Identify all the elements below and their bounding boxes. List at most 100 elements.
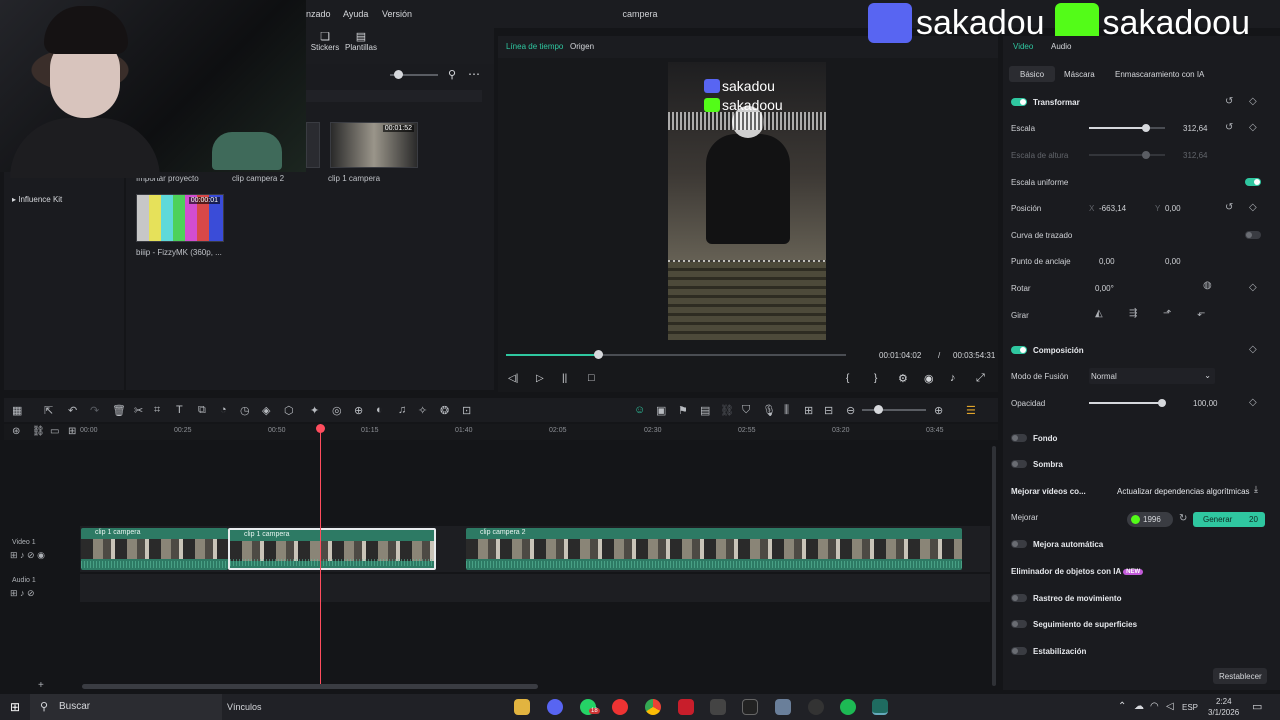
surface-tracking-title[interactable]: Seguimiento de superficies: [1033, 620, 1137, 629]
keyframe-tool-icon[interactable]: ◈: [262, 404, 270, 417]
audio-track-controls-icon[interactable]: ⊞ ♪ ⊘: [10, 588, 35, 599]
ai-tool-icon[interactable]: ✦: [310, 404, 319, 417]
rotate-dial-icon[interactable]: ◍: [1203, 280, 1212, 291]
auto-enhance-toggle[interactable]: [1011, 540, 1027, 548]
object-remover-title[interactable]: Eliminador de objetos con IA NEW: [1011, 567, 1144, 576]
color-tool-icon[interactable]: ◐: [376, 404, 383, 416]
preview-scrubber-knob[interactable]: [593, 350, 603, 359]
video-canvas[interactable]: sakadou sakadoou: [668, 62, 826, 340]
fullscreen-icon[interactable]: ⤢: [976, 372, 985, 385]
layout-icon[interactable]: ▦: [12, 404, 22, 417]
motion-tracking-toggle[interactable]: [1011, 594, 1027, 602]
obs-icon[interactable]: [808, 699, 824, 715]
taskbar-search[interactable]: ⚲ Buscar: [30, 694, 222, 720]
spotify-icon[interactable]: [840, 699, 856, 715]
composition-toggle[interactable]: [1011, 346, 1027, 354]
auto-enhance-title[interactable]: Mejora automática: [1033, 540, 1103, 549]
speaker-icon[interactable]: ◁: [1166, 701, 1174, 712]
timeline-clip[interactable]: clip campera 2: [466, 528, 962, 570]
generate-button[interactable]: Generar 20: [1193, 512, 1265, 527]
play-icon[interactable]: ▷: [536, 373, 544, 384]
playhead[interactable]: [320, 424, 321, 686]
text-icon[interactable]: T: [176, 404, 183, 416]
keyframe-icon[interactable]: ◇: [1249, 96, 1257, 107]
mask-tool-icon[interactable]: ◎: [332, 404, 342, 417]
track-view-icon[interactable]: ☰: [966, 404, 976, 417]
rotate-right-icon[interactable]: ⬐: [1197, 308, 1205, 319]
shadow-title[interactable]: Sombra: [1033, 460, 1063, 469]
prev-frame-icon[interactable]: ◁|: [508, 373, 518, 384]
mic-icon[interactable]: 🎙: [762, 404, 776, 417]
position-x-input[interactable]: -663,14: [1099, 204, 1126, 213]
crop-icon[interactable]: ⌗: [154, 404, 160, 417]
path-curve-toggle[interactable]: [1245, 231, 1261, 239]
playhead-handle[interactable]: [316, 424, 325, 433]
media-thumb[interactable]: 00:00:01: [136, 194, 224, 242]
effects-icon[interactable]: ⧉: [198, 404, 206, 417]
timeline-clip[interactable]: clip 1 campera: [81, 528, 228, 570]
transform-toggle[interactable]: [1011, 98, 1027, 106]
magic-icon[interactable]: ✧: [418, 404, 427, 417]
timer-icon[interactable]: ◷: [240, 404, 250, 417]
refresh-icon[interactable]: ↻: [1179, 513, 1187, 524]
height-scale-value[interactable]: 312,64: [1183, 151, 1207, 160]
start-icon[interactable]: ⊞: [10, 700, 20, 714]
timeline-ruler[interactable]: ⊛ ⛓ ▭ ⊞ 00:00 00:25 00:50 01:15 01:40 02…: [4, 424, 998, 440]
redo-icon[interactable]: ↷: [90, 404, 99, 417]
background-title[interactable]: Fondo: [1033, 434, 1057, 443]
render-icon[interactable]: ▣: [656, 404, 666, 417]
reset-icon[interactable]: ↺: [1225, 202, 1233, 213]
notification-icon[interactable]: ▭: [1252, 700, 1262, 713]
file-explorer-icon[interactable]: [514, 699, 530, 715]
stabilize-icon[interactable]: ⬡: [284, 404, 294, 417]
tab-video[interactable]: Video: [1013, 42, 1033, 51]
epic-games-icon[interactable]: [742, 699, 758, 715]
snapshot-icon[interactable]: ◉: [924, 372, 934, 385]
download-icon[interactable]: ⤓: [1254, 484, 1258, 495]
volume-icon[interactable]: ♪: [950, 372, 956, 384]
tray-arrow-icon[interactable]: ⌃: [1118, 701, 1126, 712]
tab-stickers[interactable]: ❏ Stickers: [310, 30, 340, 52]
snap-icon[interactable]: ⊟: [824, 404, 833, 417]
clock-time[interactable]: 2:24: [1216, 697, 1232, 706]
composition-title[interactable]: Composición: [1033, 346, 1084, 355]
speed-icon[interactable]: ◔: [220, 404, 227, 416]
surface-tracking-toggle[interactable]: [1011, 620, 1027, 628]
motion-tracking-title[interactable]: Rastreo de movimiento: [1033, 594, 1121, 603]
caption-icon[interactable]: ▭: [50, 426, 59, 437]
network-icon[interactable]: ☁: [1134, 701, 1144, 712]
reset-button[interactable]: Restablecer: [1213, 668, 1267, 684]
app-icon[interactable]: [775, 699, 791, 715]
background-toggle[interactable]: [1011, 434, 1027, 442]
keyframe-icon[interactable]: ◇: [1249, 282, 1257, 293]
game-app-icon[interactable]: [678, 699, 694, 715]
sidebar-item-influence-kit[interactable]: ▸ Influence Kit: [12, 195, 62, 204]
shield-icon[interactable]: ⛉: [742, 404, 750, 417]
ai-assistant-icon[interactable]: ☺: [634, 404, 645, 416]
settings-app-icon[interactable]: [710, 699, 726, 715]
palette-icon[interactable]: ❂: [440, 404, 449, 417]
reset-icon[interactable]: ↺: [1225, 122, 1233, 133]
select-tool-icon[interactable]: ⇱: [44, 404, 53, 417]
filmora-icon[interactable]: [872, 699, 888, 715]
height-scale-slider[interactable]: [1089, 154, 1165, 156]
timeline-scrollbar[interactable]: [82, 684, 538, 689]
discord-app-icon[interactable]: [547, 699, 563, 715]
stop-icon[interactable]: □: [588, 372, 595, 384]
add-icon[interactable]: +: [38, 680, 44, 691]
language-indicator[interactable]: ESP: [1182, 703, 1198, 712]
wifi-icon[interactable]: ◠: [1150, 701, 1159, 712]
clock-date[interactable]: 3/1/2026: [1208, 708, 1239, 717]
rotate-input[interactable]: 0,00°: [1095, 284, 1114, 293]
keyframe-icon[interactable]: ◇: [1249, 122, 1257, 133]
mark-icon[interactable]: ⚑: [678, 404, 688, 417]
audio-track[interactable]: [80, 574, 990, 602]
chrome-icon[interactable]: [645, 699, 661, 715]
opacity-slider-knob[interactable]: [1158, 399, 1166, 407]
add-track-icon[interactable]: ⊛: [12, 426, 20, 437]
media-thumb[interactable]: 00:01:52: [330, 122, 418, 168]
reset-icon[interactable]: ↺: [1225, 96, 1233, 107]
more-tools-icon[interactable]: ⊡: [462, 404, 471, 417]
scale-value[interactable]: 312,64: [1183, 124, 1207, 133]
opacity-value[interactable]: 100,00: [1193, 399, 1217, 408]
